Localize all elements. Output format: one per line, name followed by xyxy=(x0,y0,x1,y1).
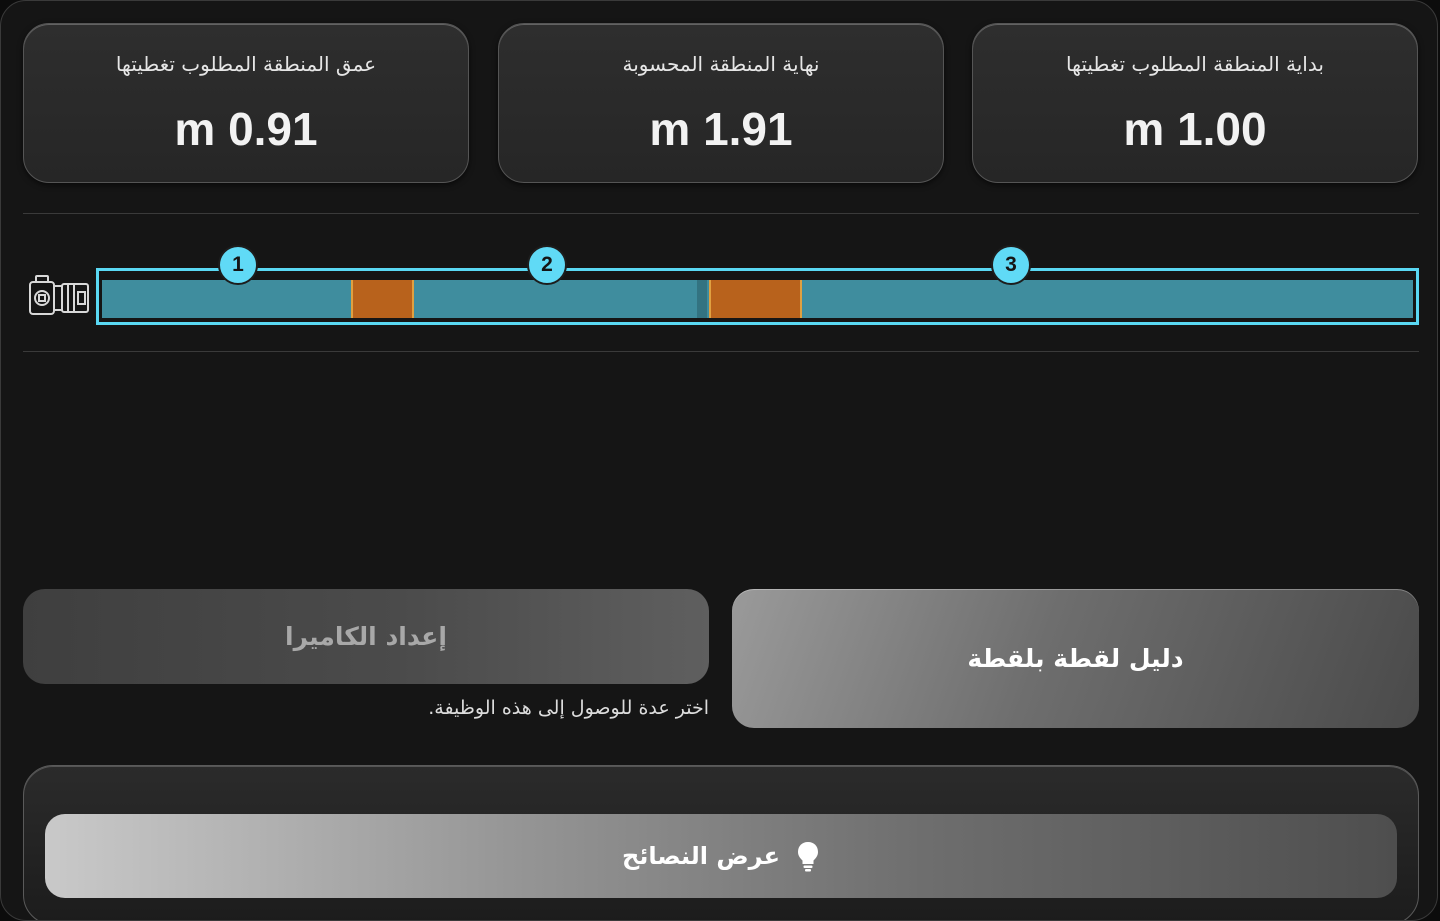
start-area-label: بداية المنطقة المطلوب تغطيتها xyxy=(1066,52,1324,76)
end-area-card: نهاية المنطقة المحسوبة m 1.91 xyxy=(498,23,944,183)
depth-area-value: m 0.91 xyxy=(174,103,318,155)
camera-setup-button[interactable]: إعداد الكاميرا xyxy=(23,589,709,684)
top-divider xyxy=(23,213,1419,214)
coverage-track-fill xyxy=(102,280,1413,318)
end-area-label: نهاية المنطقة المحسوبة xyxy=(622,52,820,76)
overlap-segment-2 xyxy=(708,280,803,318)
track-section-divider xyxy=(697,280,707,318)
camera-icon xyxy=(29,275,89,315)
end-area-value: m 1.91 xyxy=(649,103,793,155)
start-area-value: m 1.00 xyxy=(1123,103,1267,155)
depth-area-label: عمق المنطقة المطلوب تغطيتها xyxy=(115,52,377,76)
show-tips-button[interactable]: عرض النصائح xyxy=(45,814,1397,898)
camera-marker-1[interactable]: 1 xyxy=(218,245,258,285)
tips-panel: عرض النصائح xyxy=(23,765,1419,920)
overlap-segment-1 xyxy=(351,280,414,318)
lightbulb-icon xyxy=(797,842,818,872)
camera-setup-hint: اختر عدة للوصول إلى هذه الوظيفة. xyxy=(428,697,709,719)
camera-marker-2[interactable]: 2 xyxy=(527,245,567,285)
start-area-card: بداية المنطقة المطلوب تغطيتها m 1.00 xyxy=(972,23,1418,183)
bottom-divider xyxy=(23,351,1419,352)
show-tips-label: عرض النصائح xyxy=(622,842,780,870)
camera-marker-3[interactable]: 3 xyxy=(991,245,1031,285)
coverage-track xyxy=(96,268,1419,325)
depth-area-card: عمق المنطقة المطلوب تغطيتها m 0.91 xyxy=(23,23,469,183)
shot-guide-button[interactable]: دليل لقطة بلقطة xyxy=(732,589,1419,728)
camera-coverage-panel: بداية المنطقة المطلوب تغطيتها m 1.00 نها… xyxy=(0,0,1438,921)
